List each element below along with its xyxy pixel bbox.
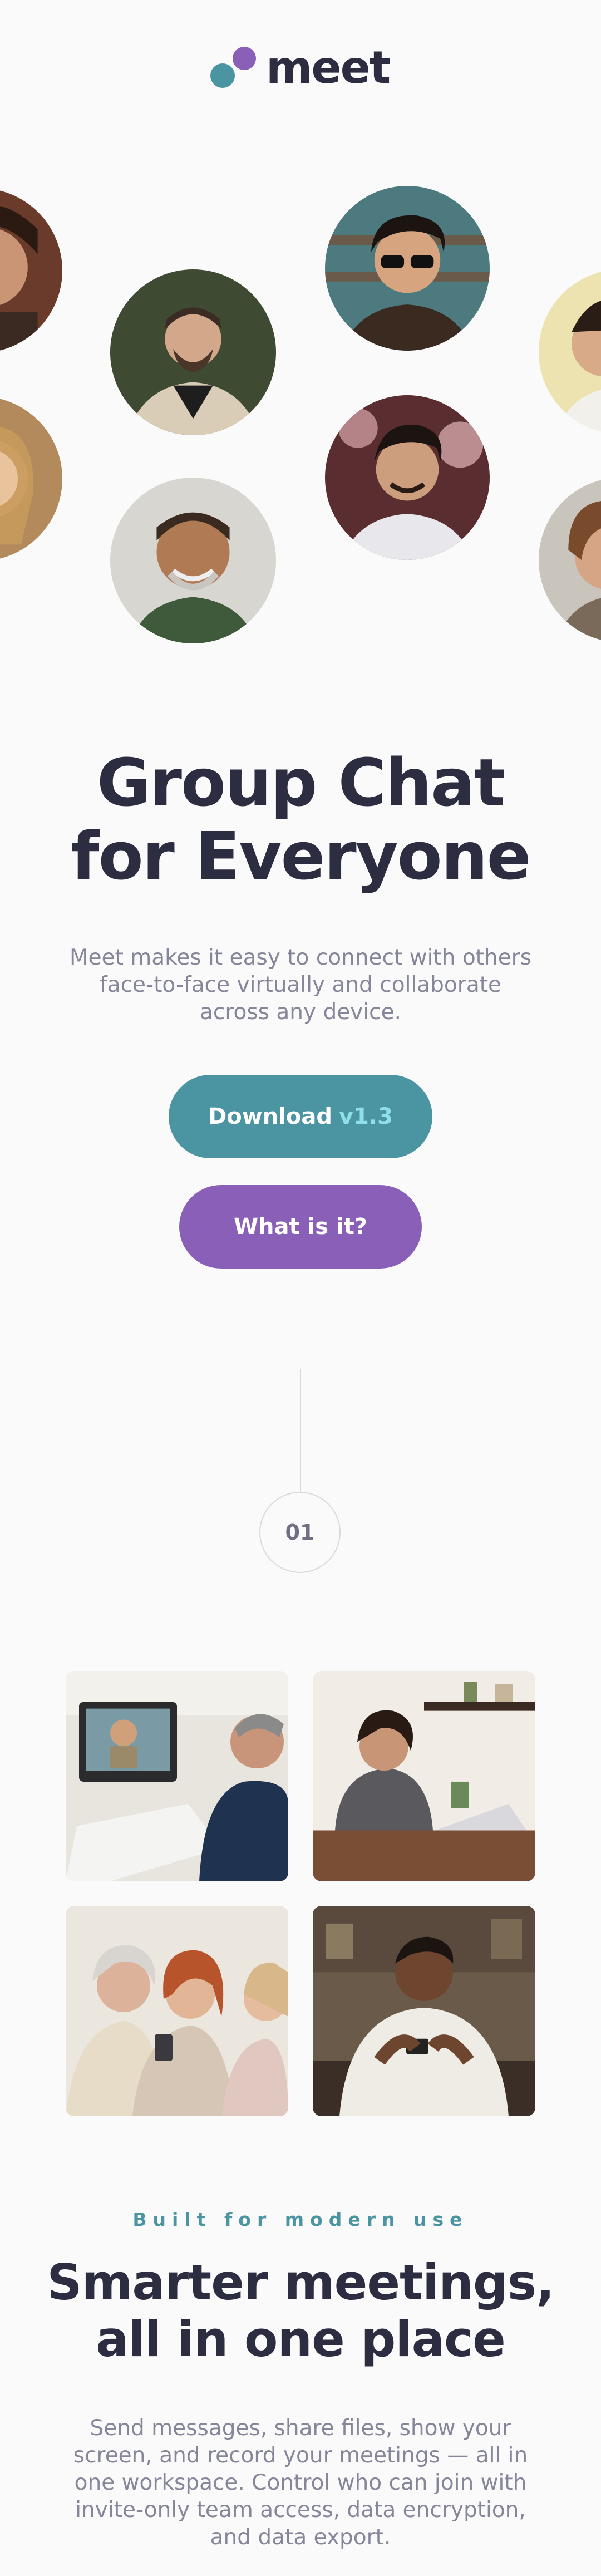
logo-dot-purple <box>233 47 256 70</box>
hero-title: Group Chat for Everyone <box>0 746 601 893</box>
photo-video-call-laptop <box>66 1671 288 1881</box>
features-title: Smarter meetings, all in one place <box>0 2254 601 2368</box>
landing-page: meet Group Chat for Everyone Meet makes … <box>0 0 601 2576</box>
avatar-man-beard-jacket <box>110 269 276 435</box>
logo[interactable]: meet <box>210 42 394 100</box>
download-version: v1.3 <box>339 1104 393 1129</box>
step-number-badge: 01 <box>259 1492 341 1573</box>
features-title-line-2: all in one place <box>96 2310 506 2368</box>
download-button-label: Download <box>208 1104 332 1129</box>
download-button[interactable]: Download v1.3 <box>169 1075 432 1158</box>
what-is-it-label: What is it? <box>233 1214 368 1240</box>
hero-title-line-1: Group Chat <box>96 744 505 821</box>
features-title-line-1: Smarter meetings, <box>47 2254 554 2311</box>
hero-description: Meet makes it easy to connect with other… <box>69 945 532 1025</box>
avatar-man-white-shirt <box>325 395 490 560</box>
avatar-woman-left-bottom <box>0 396 62 561</box>
timeline-line <box>300 1369 301 1492</box>
features-eyebrow: Built for modern use <box>132 2209 469 2230</box>
logo-text: meet <box>266 42 391 94</box>
logo-dot-teal <box>210 63 235 88</box>
hero-title-line-2: for Everyone <box>71 818 531 894</box>
photo-man-smartphone <box>313 1906 535 2116</box>
photo-women-phone-group <box>66 1906 288 2116</box>
features-description: Send messages, share files, show your sc… <box>73 2416 528 2550</box>
avatar-man-right-bottom <box>539 478 601 642</box>
avatar-woman-left-top <box>0 188 62 353</box>
avatar-man-right-top <box>539 269 601 434</box>
avatar-man-elder-smile <box>110 478 276 643</box>
photo-woman-laptop-kitchen <box>313 1671 535 1881</box>
what-is-it-button[interactable]: What is it? <box>179 1185 422 1269</box>
avatar-man-sunglasses <box>325 186 490 351</box>
